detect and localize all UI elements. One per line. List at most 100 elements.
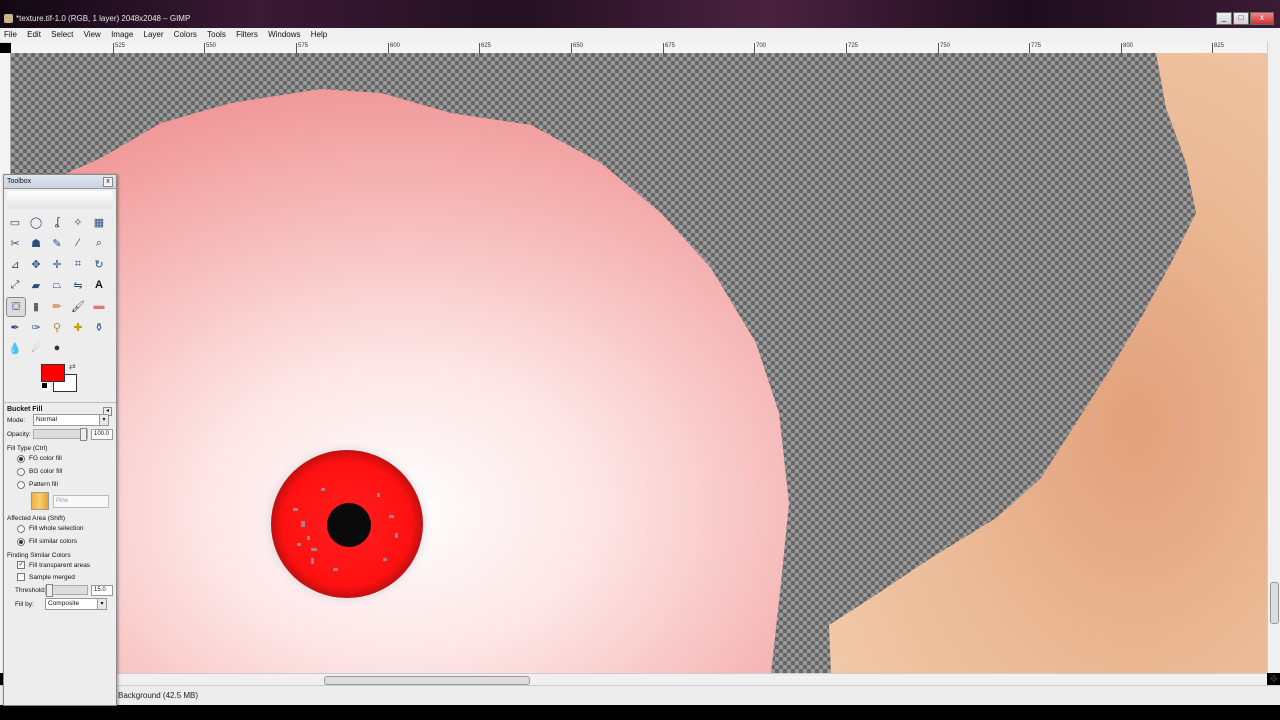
opacity-slider-knob[interactable] bbox=[80, 428, 87, 441]
perspective-clone-icon[interactable]: ⚱ bbox=[90, 318, 108, 336]
bucket-fill-icon[interactable]: ⛋ bbox=[6, 297, 26, 317]
radio-icon bbox=[17, 524, 25, 533]
minimize-button[interactable]: _ bbox=[1216, 12, 1232, 25]
free-select-icon[interactable]: ʆ bbox=[48, 213, 66, 231]
gimp-app-icon bbox=[4, 14, 13, 23]
menu-windows[interactable]: Windows bbox=[264, 28, 304, 42]
paintbrush-icon[interactable]: 🖌 bbox=[69, 297, 87, 315]
shear-icon[interactable]: ▰ bbox=[27, 276, 45, 294]
threshold-input[interactable]: 15.0 bbox=[91, 584, 113, 596]
toolbox-window: Toolbox x ▭ ◯ ʆ ✧ ▦ ✂ ☗ ✎ ⁄ ⌕ ⊿ ✥ ✛ ⌗ ↻ … bbox=[3, 174, 117, 706]
vertical-scrollbar[interactable] bbox=[1267, 42, 1280, 673]
smudge-icon[interactable]: 💧 bbox=[6, 339, 24, 357]
pupil bbox=[327, 503, 371, 547]
zoom-icon[interactable]: ⌕ bbox=[90, 234, 108, 252]
radio-icon bbox=[17, 480, 25, 489]
airbrush-icon[interactable]: ✒ bbox=[6, 318, 24, 336]
close-button[interactable]: x bbox=[1250, 12, 1274, 25]
rect-select-icon[interactable]: ▭ bbox=[6, 213, 24, 231]
threshold-slider[interactable] bbox=[45, 584, 88, 597]
vertical-scroll-thumb[interactable] bbox=[1270, 582, 1279, 624]
taskbar bbox=[0, 705, 1280, 720]
menu-image[interactable]: Image bbox=[107, 28, 137, 42]
blur-sharpen-icon[interactable]: ● bbox=[48, 339, 66, 357]
ellipse-select-icon[interactable]: ◯ bbox=[27, 213, 45, 231]
menu-layer[interactable]: Layer bbox=[140, 28, 168, 42]
eraser-icon[interactable]: ▬ bbox=[90, 297, 108, 315]
chevron-down-icon: ▾ bbox=[99, 415, 108, 425]
pattern-swatch[interactable] bbox=[31, 492, 49, 510]
fill-whole-selection-option[interactable]: Fill whole selection bbox=[7, 522, 113, 535]
fill-type-label: Fill Type (Ctrl) bbox=[7, 445, 48, 452]
menu-edit[interactable]: Edit bbox=[23, 28, 45, 42]
ruler-tick: 625 bbox=[478, 43, 492, 53]
measure-icon[interactable]: ⊿ bbox=[6, 255, 24, 273]
blend-icon[interactable]: ▮ bbox=[27, 297, 45, 315]
mode-label: Mode: bbox=[7, 416, 26, 424]
menu-filters[interactable]: Filters bbox=[232, 28, 262, 42]
tool-options-title: Bucket Fill bbox=[7, 406, 43, 413]
scissors-select-icon[interactable]: ✂ bbox=[6, 234, 24, 252]
select-by-color-icon[interactable]: ▦ bbox=[90, 213, 108, 231]
pattern-fill-option[interactable]: Pattern fill bbox=[7, 478, 113, 491]
menu-select[interactable]: Select bbox=[47, 28, 77, 42]
ruler-tick: 650 bbox=[570, 43, 584, 53]
ruler-tick: 675 bbox=[662, 43, 676, 53]
ruler-tick: 725 bbox=[845, 43, 859, 53]
move-icon[interactable]: ✥ bbox=[27, 255, 45, 273]
toolbox-close-button[interactable]: x bbox=[103, 177, 113, 187]
pencil-icon[interactable]: ✏ bbox=[48, 297, 66, 315]
default-colors-icon[interactable] bbox=[41, 382, 48, 389]
ruler-tick: 525 bbox=[112, 43, 126, 53]
opacity-slider[interactable] bbox=[33, 428, 88, 441]
mode-value: Normal bbox=[36, 416, 57, 423]
text-icon[interactable]: A bbox=[90, 276, 108, 294]
fuzzy-select-icon[interactable]: ✧ bbox=[69, 213, 87, 231]
heal-icon[interactable]: ✚ bbox=[69, 318, 87, 336]
fg-color-fill-option[interactable]: FG color fill bbox=[7, 452, 113, 465]
fill-similar-colors-option[interactable]: Fill similar colors bbox=[7, 535, 113, 548]
ruler-tick: 600 bbox=[387, 43, 401, 53]
threshold-slider-knob[interactable] bbox=[46, 584, 53, 597]
ink-icon[interactable]: ✑ bbox=[27, 318, 45, 336]
menu-help[interactable]: Help bbox=[307, 28, 331, 42]
horizontal-scroll-thumb[interactable] bbox=[324, 676, 530, 685]
foreground-color-swatch[interactable] bbox=[41, 364, 65, 382]
ruler-tick: 700 bbox=[753, 43, 767, 53]
clone-icon[interactable]: ⚲ bbox=[48, 318, 66, 336]
radio-selected-icon bbox=[17, 537, 25, 546]
pattern-fill-label: Pattern fill bbox=[29, 481, 58, 488]
paths-icon[interactable]: ✎ bbox=[48, 234, 66, 252]
crop-icon[interactable]: ⌗ bbox=[69, 255, 87, 273]
flip-icon[interactable]: ⇋ bbox=[69, 276, 87, 294]
fill-by-label: Fill by: bbox=[15, 600, 34, 608]
navigate-icon[interactable]: ✥ bbox=[1270, 674, 1278, 685]
fill-by-value: Composite bbox=[48, 600, 80, 607]
menu-file[interactable]: File bbox=[0, 28, 21, 42]
dodge-burn-icon[interactable]: ☄ bbox=[27, 339, 45, 357]
fill-transparent-checkbox[interactable]: ✓ Fill transparent areas bbox=[7, 559, 113, 571]
texture-image bbox=[11, 53, 1267, 673]
scale-icon[interactable]: ⤢ bbox=[6, 276, 24, 294]
checkbox-checked-icon: ✓ bbox=[17, 561, 25, 569]
image-canvas[interactable] bbox=[11, 53, 1267, 673]
fill-by-select[interactable]: Composite ▾ bbox=[45, 598, 107, 610]
bg-color-fill-option[interactable]: BG color fill bbox=[7, 465, 113, 478]
fill-whole-selection-label: Fill whole selection bbox=[29, 525, 84, 532]
maximize-button[interactable]: □ bbox=[1233, 12, 1249, 25]
checkbox-icon bbox=[17, 573, 25, 581]
mode-select[interactable]: Normal ▾ bbox=[33, 414, 109, 426]
sample-merged-checkbox[interactable]: Sample merged bbox=[7, 571, 113, 583]
align-icon[interactable]: ✛ bbox=[48, 255, 66, 273]
menu-tools[interactable]: Tools bbox=[203, 28, 230, 42]
rotate-icon[interactable]: ↻ bbox=[90, 255, 108, 273]
color-picker-icon[interactable]: ⁄ bbox=[69, 234, 87, 252]
wilber-drop-area[interactable] bbox=[7, 191, 113, 209]
swap-colors-icon[interactable]: ⇄ bbox=[69, 362, 76, 371]
menu-colors[interactable]: Colors bbox=[170, 28, 201, 42]
opacity-input[interactable]: 100.0 bbox=[91, 428, 113, 440]
menu-view[interactable]: View bbox=[80, 28, 105, 42]
status-bar: Background (42.5 MB) bbox=[0, 685, 1280, 706]
foreground-select-icon[interactable]: ☗ bbox=[27, 234, 45, 252]
perspective-icon[interactable]: ⏢ bbox=[48, 276, 66, 294]
